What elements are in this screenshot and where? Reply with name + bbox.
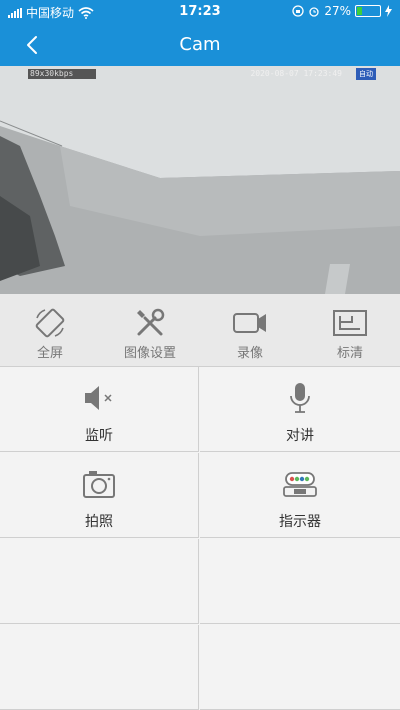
video-camera-icon [233, 313, 266, 333]
record-button[interactable]: 录像 [200, 294, 300, 366]
function-grid: 监听 对讲 拍照 指示器 [0, 367, 400, 710]
status-bar-right: 27% [292, 4, 392, 18]
nav-bar: Cam [0, 24, 400, 66]
snapshot-button[interactable]: 拍照 [0, 453, 199, 538]
stream-badge: 自动 [356, 68, 376, 80]
fullscreen-button[interactable]: 全屏 [0, 294, 100, 366]
timestamp-overlay: 2020-08-07 17:23:49 [250, 69, 342, 78]
empty-grid-cell [0, 625, 199, 710]
listen-button[interactable]: 监听 [0, 367, 199, 452]
fullscreen-label: 全屏 [36, 346, 63, 361]
camera-video-feed[interactable]: 89x30kbps 2020-08-07 17:23:49 自动 [0, 66, 400, 294]
record-label: 录像 [236, 346, 263, 361]
battery-percent: 27% [324, 4, 351, 18]
intercom-button[interactable]: 对讲 [200, 367, 400, 452]
indicator-label: 指示器 [279, 514, 321, 530]
fullscreen-rotate-icon [35, 308, 65, 338]
image-settings-label: 图像设置 [123, 346, 176, 361]
status-bar: 中国移动 17:23 27% [0, 0, 400, 24]
empty-grid-cell [0, 539, 199, 624]
alarm-icon [309, 7, 319, 17]
microphone-icon [290, 383, 310, 413]
charging-icon [385, 5, 392, 17]
listen-label: 监听 [85, 428, 113, 444]
quality-frame-icon [333, 310, 367, 336]
quality-button[interactable]: 标清 [300, 294, 400, 366]
speaker-muted-icon [85, 386, 112, 410]
empty-grid-cell [200, 625, 400, 710]
image-settings-button[interactable]: 图像设置 [100, 294, 200, 366]
rotation-lock-icon [292, 5, 304, 17]
indicator-light-icon [283, 472, 317, 497]
intercom-label: 对讲 [286, 428, 314, 444]
wrench-screwdriver-icon [137, 308, 165, 336]
snapshot-label: 拍照 [85, 514, 113, 530]
video-toolbar: 全屏 图像设置 录像 标清 [0, 294, 400, 367]
battery-icon [355, 5, 381, 17]
bitrate-overlay: 89x30kbps [28, 69, 96, 79]
camera-icon [83, 471, 115, 498]
quality-label: 标清 [336, 346, 363, 361]
page-title: Cam [179, 34, 221, 55]
empty-grid-cell [200, 539, 400, 624]
indicator-button[interactable]: 指示器 [200, 453, 400, 538]
video-scene [0, 66, 400, 294]
